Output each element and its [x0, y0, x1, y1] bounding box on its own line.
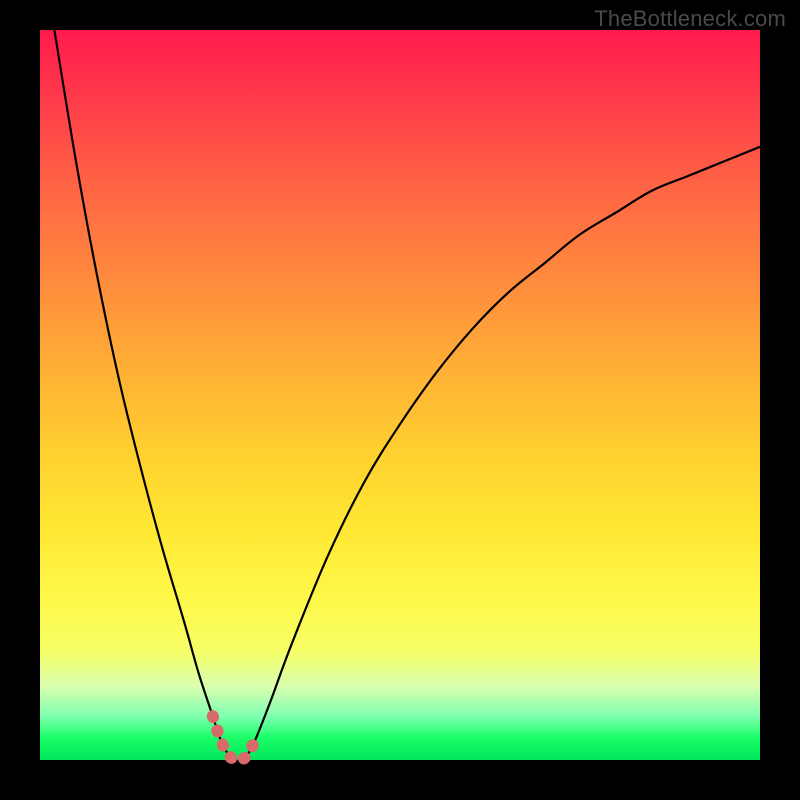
watermark-text: TheBottleneck.com [594, 6, 786, 32]
chart-frame [40, 30, 760, 760]
chart-svg [40, 30, 760, 760]
chart-curve-main [54, 30, 760, 761]
